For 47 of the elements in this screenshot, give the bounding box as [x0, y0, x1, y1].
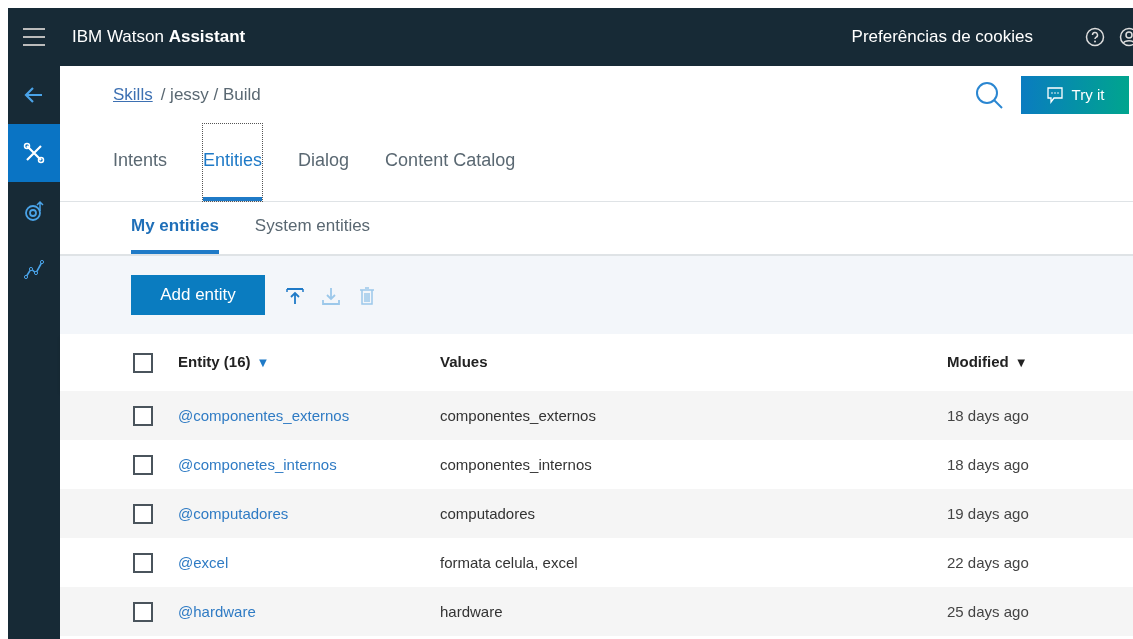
- try-it-button[interactable]: Try it: [1021, 76, 1129, 114]
- table-cell: hardware: [440, 602, 503, 620]
- chat-icon: [1045, 86, 1064, 104]
- menu-icon[interactable]: [23, 28, 45, 46]
- column-header[interactable]: Modified: [947, 353, 1009, 371]
- help-icon[interactable]: [1085, 27, 1105, 47]
- checkbox[interactable]: [133, 553, 153, 574]
- entity-link[interactable]: @hardware: [178, 602, 256, 620]
- checkbox[interactable]: [133, 406, 153, 427]
- entity-link[interactable]: @computadores: [178, 504, 289, 522]
- entity-link[interactable]: @excel: [178, 553, 229, 571]
- sidebar-item[interactable]: [8, 124, 60, 182]
- sort-arrow[interactable]: ▼: [1014, 355, 1028, 371]
- tab[interactable]: Content Catalog: [385, 124, 516, 201]
- breadcrumb-link[interactable]: Skills: [113, 82, 153, 108]
- tab[interactable]: Intents: [113, 124, 168, 201]
- user-icon[interactable]: [1119, 27, 1133, 47]
- checkbox[interactable]: [133, 504, 153, 525]
- table-cell: componentes_internos: [440, 455, 592, 473]
- table-cell: formata celula, excel: [440, 553, 578, 571]
- subtab[interactable]: System entities: [254, 202, 371, 254]
- cookie-preferences-link[interactable]: Preferências de cookies: [851, 24, 1033, 50]
- entity-link[interactable]: @componentes_externos: [178, 406, 350, 424]
- tools-icon[interactable]: [22, 141, 46, 165]
- column-header[interactable]: Values: [440, 353, 488, 371]
- tab[interactable]: Dialog: [298, 124, 350, 201]
- table-cell: computadores: [440, 504, 536, 522]
- table-cell: 22 days ago: [947, 553, 1029, 571]
- search-icon[interactable]: [975, 81, 1003, 109]
- table-cell: 25 days ago: [947, 602, 1029, 620]
- line-chart-icon[interactable]: [22, 257, 46, 281]
- app-title: IBM Watson Assistant: [72, 26, 246, 49]
- table-cell: 19 days ago: [947, 504, 1029, 522]
- tab[interactable]: Entities: [203, 124, 263, 201]
- table-cell: 18 days ago: [947, 455, 1029, 473]
- checkbox[interactable]: [133, 455, 153, 476]
- checkbox[interactable]: [133, 353, 153, 374]
- table-cell: 18 days ago: [947, 406, 1029, 424]
- entity-link[interactable]: @componetes_internos: [178, 455, 337, 473]
- sort-arrow[interactable]: ▼: [256, 355, 270, 371]
- target-icon[interactable]: [22, 199, 46, 223]
- table-cell: componentes_externos: [440, 406, 596, 424]
- breadcrumb-path: / jessy / Build: [160, 84, 261, 107]
- upload-icon[interactable]: [285, 285, 305, 306]
- column-header[interactable]: Entity (16): [178, 353, 251, 371]
- checkbox[interactable]: [133, 602, 153, 623]
- add-entity-button[interactable]: Add entity: [131, 275, 265, 315]
